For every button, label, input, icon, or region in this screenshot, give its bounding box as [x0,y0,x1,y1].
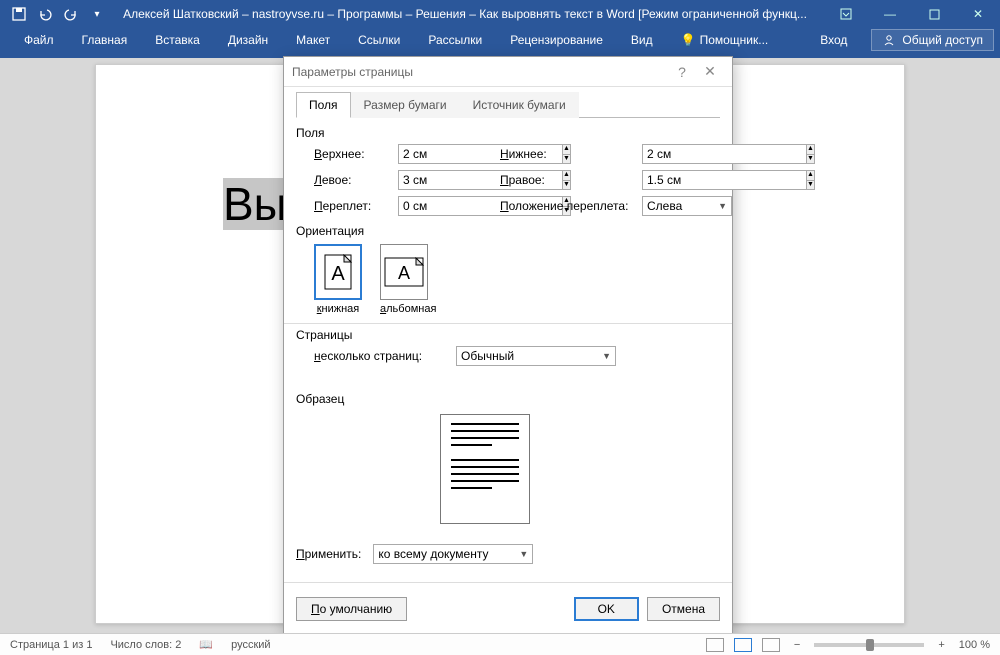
spin-down-icon[interactable]: ▼ [807,181,814,190]
ok-button[interactable]: OK [574,597,639,621]
person-icon [882,33,896,47]
view-tab[interactable]: Вид [617,29,667,51]
quick-access-toolbar: ▾ [0,5,106,23]
language-status[interactable]: русский [231,639,270,651]
dialog-help-icon[interactable]: ? [668,64,696,80]
page-preview [440,414,530,524]
left-margin-label: Левое: [314,173,386,187]
maximize-icon[interactable] [912,0,956,28]
links-tab[interactable]: Ссылки [344,29,414,51]
preview-group-label: Образец [296,392,720,406]
titlebar: ▾ Алексей Шатковский – nastroyvse.ru – П… [0,0,1000,28]
ribbon-tabs: Файл Главная Вставка Дизайн Макет Ссылки… [0,28,1000,52]
bottom-margin-label: Нижнее: [500,147,630,161]
orientation-portrait-label: книжная [314,303,362,315]
top-margin-field[interactable]: ▲▼ [398,144,488,164]
top-margin-label: Верхнее: [314,147,386,161]
close-icon[interactable]: ✕ [956,0,1000,28]
svg-text:A: A [398,263,410,283]
dialog-titlebar: Параметры страницы ? ✕ [284,57,732,87]
pages-group-label: Страницы [296,328,720,342]
cancel-button[interactable]: Отмена [647,597,720,621]
multiple-pages-label: несколько страниц: [314,349,444,363]
right-margin-label: Правое: [500,173,630,187]
chevron-down-icon: ▼ [519,549,528,559]
gutter-position-select[interactable]: Слева▼ [642,196,732,216]
dialog-close-icon[interactable]: ✕ [696,63,724,80]
zoom-out-button[interactable]: − [790,639,804,651]
tab-paper-source[interactable]: Источник бумаги [460,92,579,118]
redo-icon[interactable] [62,5,80,23]
svg-text:A: A [331,263,345,285]
orientation-group-label: Ориентация [296,224,720,238]
page-setup-dialog: Параметры страницы ? ✕ Поля Размер бумаг… [283,56,733,634]
spin-up-icon[interactable]: ▲ [807,145,814,155]
zoom-in-button[interactable]: + [934,639,948,651]
gutter-label: Переплет: [314,199,386,213]
file-tab[interactable]: Файл [10,29,68,51]
share-label: Общий доступ [902,33,983,47]
dialog-title: Параметры страницы [292,65,668,79]
spin-down-icon[interactable]: ▼ [807,155,814,164]
statusbar: Страница 1 из 1 Число слов: 2 📖 русский … [0,633,1000,655]
right-margin-field[interactable]: ▲▼ [642,170,732,190]
bottom-margin-field[interactable]: ▲▼ [642,144,732,164]
apply-to-select[interactable]: ко всему документу▼ [373,544,533,564]
chevron-down-icon: ▼ [718,201,727,211]
dialog-tabs: Поля Размер бумаги Источник бумаги [296,91,720,118]
page-count[interactable]: Страница 1 из 1 [10,639,92,651]
proofing-icon[interactable]: 📖 [199,638,213,651]
lightbulb-icon: 💡 [681,33,696,47]
orientation-portrait[interactable]: A [314,244,362,300]
zoom-slider[interactable] [814,643,924,647]
insert-tab[interactable]: Вставка [141,29,214,51]
apply-to-label: Применить: [296,547,361,561]
print-layout-icon[interactable] [734,638,752,652]
read-mode-icon[interactable] [706,638,724,652]
minimize-icon[interactable]: — [868,0,912,28]
web-layout-icon[interactable] [762,638,780,652]
ribbon-options-icon[interactable] [824,0,868,28]
zoom-level[interactable]: 100 % [959,639,990,651]
layout-tab[interactable]: Макет [282,29,344,51]
home-tab[interactable]: Главная [68,29,142,51]
gutter-field[interactable]: ▲▼ [398,196,488,216]
tab-paper-size[interactable]: Размер бумаги [351,92,460,118]
orientation-landscape-label: альбомная [380,303,436,315]
margins-group-label: Поля [296,126,720,140]
gutter-position-label: Положение переплета: [500,199,630,213]
multiple-pages-select[interactable]: Обычный▼ [456,346,616,366]
left-margin-field[interactable]: ▲▼ [398,170,488,190]
tell-me-field[interactable]: 💡Помощник... [667,29,783,51]
default-button[interactable]: По умолчанию [296,597,407,621]
save-icon[interactable] [10,5,28,23]
window-title: Алексей Шатковский – nastroyvse.ru – Про… [106,7,824,21]
undo-icon[interactable] [36,5,54,23]
qat-dropdown-icon[interactable]: ▾ [88,5,106,23]
share-button[interactable]: Общий доступ [871,29,994,51]
spin-up-icon[interactable]: ▲ [807,171,814,181]
design-tab[interactable]: Дизайн [214,29,282,51]
tab-margins[interactable]: Поля [296,92,351,118]
word-count[interactable]: Число слов: 2 [110,639,181,651]
orientation-landscape[interactable]: A [380,244,428,300]
chevron-down-icon: ▼ [602,351,611,361]
mailings-tab[interactable]: Рассылки [414,29,496,51]
window-controls: — ✕ [824,0,1000,28]
sign-in-button[interactable]: Вход [806,29,861,51]
review-tab[interactable]: Рецензирование [496,29,617,51]
